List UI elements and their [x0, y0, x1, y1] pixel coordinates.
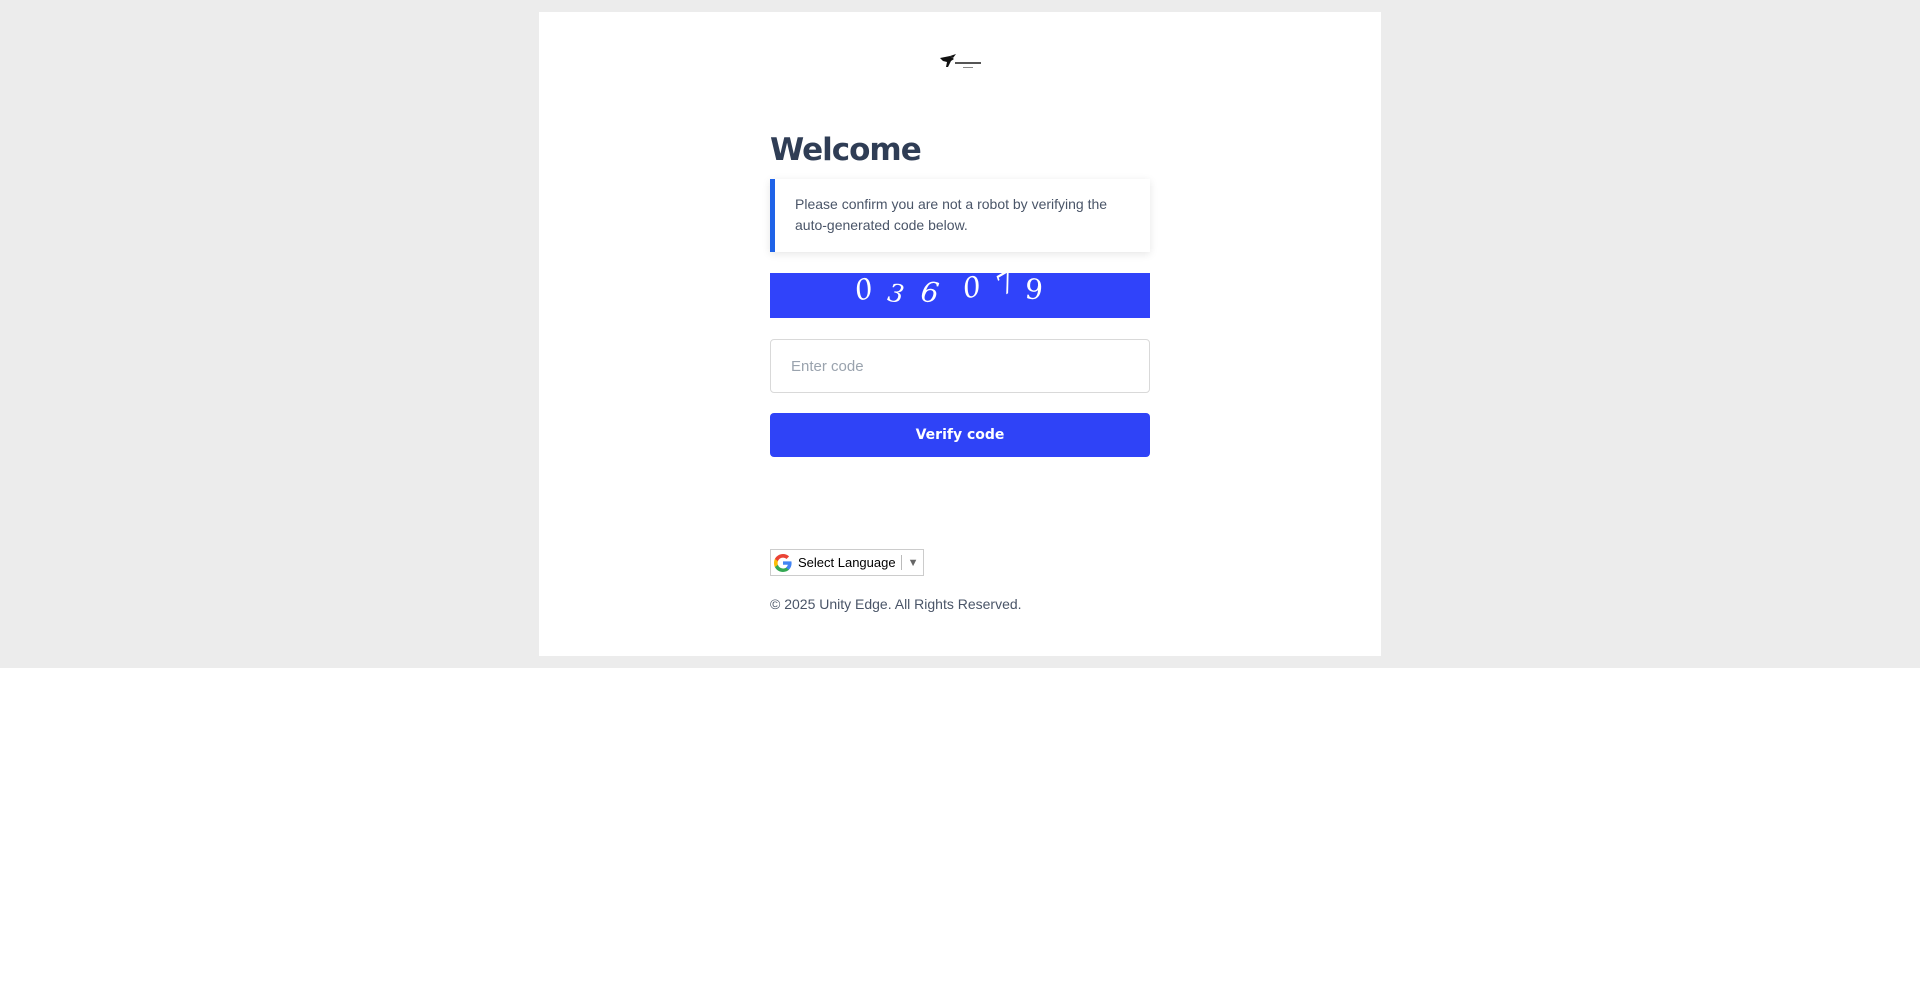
language-label: Select Language: [798, 555, 896, 570]
chevron-down-icon: ▼: [907, 556, 919, 569]
language-selector[interactable]: Select Language ▼: [770, 549, 925, 576]
captcha-image: 0 3 6 0 7 9: [770, 273, 1150, 318]
page-title: Welcome: [770, 132, 922, 168]
google-icon: [774, 553, 792, 572]
code-input[interactable]: [770, 339, 1150, 393]
captcha-char: 7: [989, 273, 1022, 303]
bird-logo-icon: [938, 52, 984, 74]
verify-code-button[interactable]: Verify code: [770, 413, 1150, 457]
separator: [900, 555, 902, 570]
captcha-char: 3: [885, 277, 907, 310]
verification-card: Welcome Please confirm you are not a rob…: [539, 12, 1381, 656]
robot-check-notice: Please confirm you are not a robot by ve…: [770, 179, 1150, 252]
captcha-char: 9: [1023, 273, 1045, 307]
captcha-char: 0: [959, 273, 985, 306]
captcha-char: 0: [851, 273, 877, 308]
captcha-char: 6: [918, 274, 942, 311]
copyright-text: © 2025 Unity Edge. All Rights Reserved.: [770, 596, 1022, 612]
